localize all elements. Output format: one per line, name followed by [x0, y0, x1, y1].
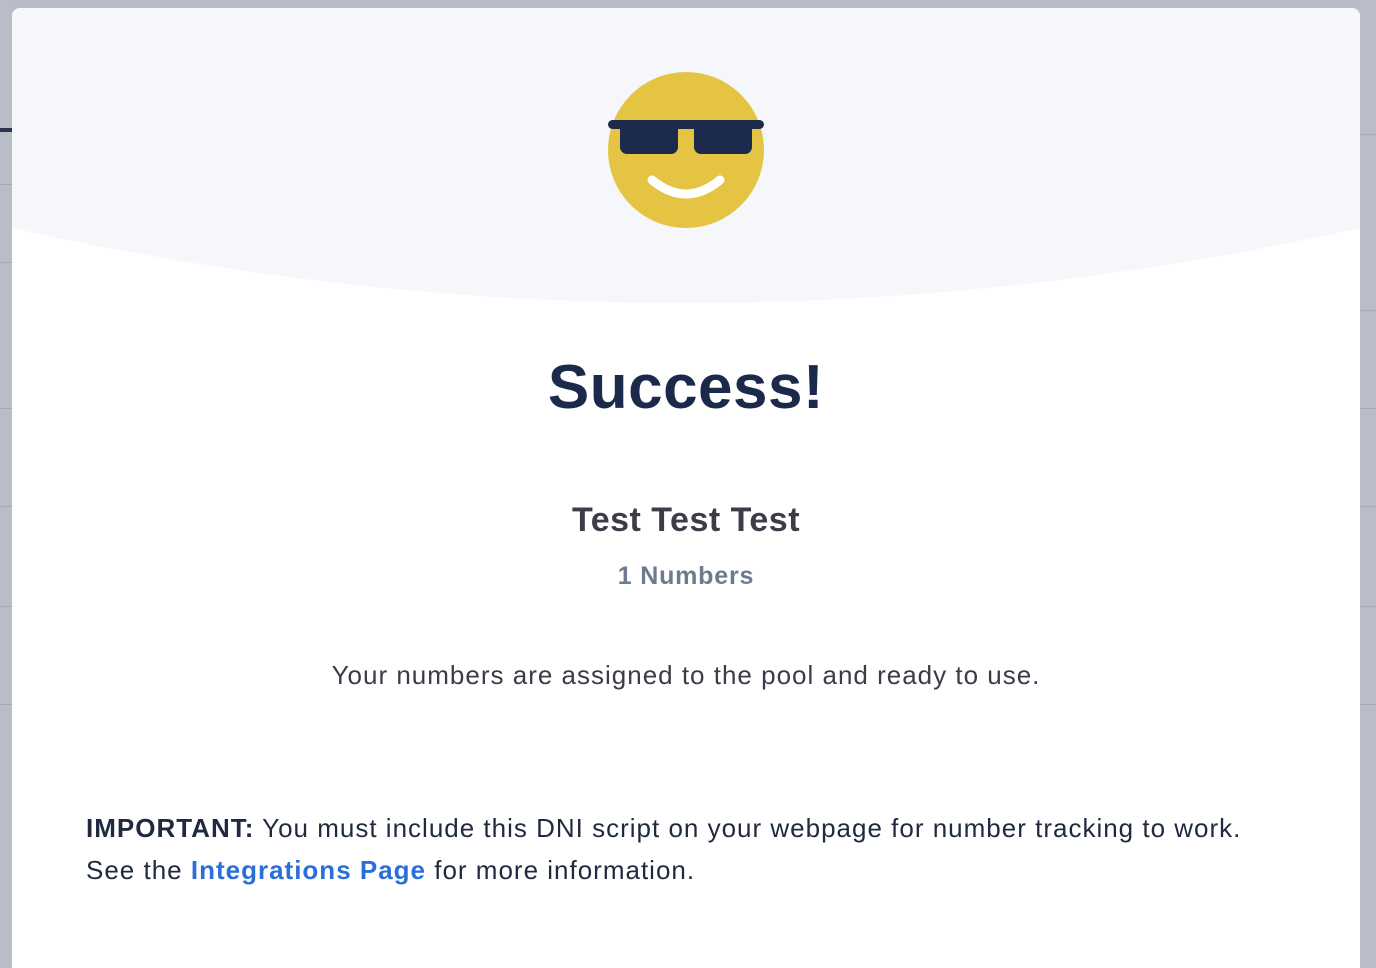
important-text-after: for more information.: [426, 855, 696, 885]
background-divider: [1360, 310, 1376, 311]
pool-name: Test Test Test: [571, 501, 801, 539]
background-divider: [0, 408, 12, 409]
background-page-right: [1360, 0, 1376, 968]
background-divider: [1360, 506, 1376, 507]
background-divider: [0, 606, 12, 607]
background-divider: [1360, 606, 1376, 607]
background-divider: [0, 184, 12, 185]
important-notice: IMPORTANT: You must include this DNI scr…: [86, 807, 1286, 891]
background-divider: [1360, 704, 1376, 705]
background-divider: [1360, 134, 1376, 135]
assignment-message: Your numbers are assigned to the pool an…: [331, 660, 1041, 690]
background-divider: [0, 506, 12, 507]
pool-number-count: 1 Numbers: [617, 562, 755, 590]
background-tab-indicator: [0, 128, 12, 132]
background-divider: [0, 704, 12, 705]
success-modal: Success! Test Test Test 1 Numbers Your n…: [12, 8, 1360, 968]
background-divider: [1360, 408, 1376, 409]
integrations-page-link[interactable]: Integrations Page: [191, 855, 426, 885]
background-page-left: [0, 0, 12, 968]
important-label: IMPORTANT:: [86, 813, 255, 843]
background-divider: [0, 262, 12, 263]
sunglasses-smiley-icon: [608, 72, 764, 228]
success-title: Success!: [547, 353, 825, 422]
